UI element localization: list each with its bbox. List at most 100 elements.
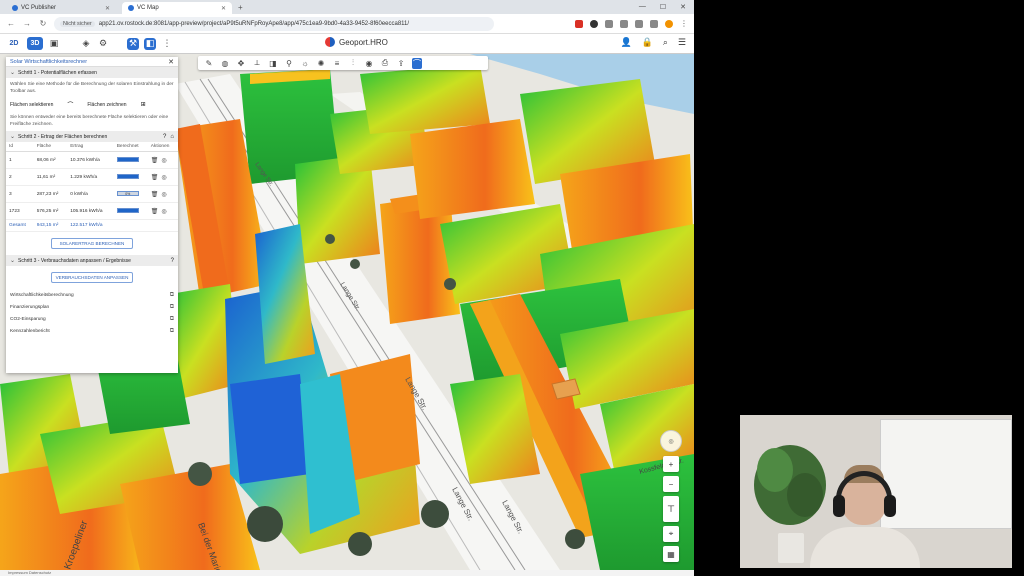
compass-icon[interactable]: ◎ (660, 430, 682, 452)
delete-icon[interactable]: 🗑 (151, 158, 159, 164)
sun-icon[interactable]: ✺ (316, 59, 326, 68)
locate-icon[interactable]: ◎ (161, 158, 166, 164)
result-link[interactable]: Kennzahlenbericht ⧉ (6, 325, 178, 337)
list-icon[interactable]: ≡ (332, 59, 342, 68)
tab-vc-map[interactable]: VC Map ✕ (122, 2, 232, 14)
table-row[interactable]: 1 68,06 m² 10.376 kWh/a 🗑 ◎ (6, 151, 178, 169)
help-icon[interactable]: ? (171, 258, 174, 264)
user-icon[interactable]: 👤 (620, 37, 631, 48)
step1-header[interactable]: ⌄ Schritt 1 - Potentialflächen erfassen (6, 67, 178, 78)
extension-icon[interactable] (650, 19, 658, 28)
progress-bar (116, 207, 139, 213)
external-link-icon[interactable]: ⧉ (170, 292, 174, 299)
zoom-in-button[interactable]: + (663, 456, 679, 472)
step1-hint: Sie können entweder eine bereits berechn… (10, 115, 169, 127)
delete-icon[interactable]: 🗑 (151, 209, 159, 215)
delete-icon[interactable]: 🗑 (151, 192, 159, 198)
layers-icon[interactable]: ◈ (80, 38, 92, 50)
tab-vc-publisher[interactable]: VC Publisher ✕ (6, 2, 116, 14)
locate-icon[interactable]: ◎ (161, 175, 166, 181)
extension-icon[interactable] (590, 19, 598, 28)
calculate-yield-button[interactable]: SOLARERTRAG BERECHNEN (51, 238, 133, 249)
globe-icon[interactable]: ◍ (220, 59, 230, 68)
webcam-video (740, 415, 1012, 568)
more-icon[interactable]: ⋮ (161, 38, 173, 50)
locate-icon[interactable]: ◎ (161, 192, 166, 198)
shadow-icon[interactable]: ☼ (300, 59, 310, 68)
back-icon[interactable]: ← (6, 19, 16, 28)
view-2d-button[interactable]: 2D (6, 37, 22, 50)
step1-title: Schritt 1 - Potentialflächen erfassen (18, 69, 97, 76)
table-row[interactable]: 3 287,23 m² 0 kWh/a 0% 🗑 ◎ (6, 185, 178, 203)
security-badge[interactable]: Nicht sicher (60, 20, 95, 27)
adjust-consumption-button[interactable]: VERBRAUCHSDATEN ANPASSEN (51, 272, 133, 283)
extension-icon[interactable] (635, 19, 643, 28)
new-tab-icon[interactable]: + (238, 3, 243, 12)
browser-menu-icon[interactable]: ⋮ (680, 19, 688, 28)
panel-close-icon[interactable]: ✕ (168, 58, 174, 66)
maximize-icon[interactable]: ☐ (660, 3, 666, 11)
tab-close-icon[interactable]: ✕ (105, 5, 110, 12)
draw-icon[interactable]: ✎ (204, 59, 214, 68)
overview-map-icon[interactable]: ▦ (663, 546, 679, 562)
extension-icon[interactable] (605, 19, 613, 28)
result-link-label: Finanzierungsplan (10, 304, 50, 310)
tab-label: VC Publisher (21, 5, 57, 11)
select-areas-icon[interactable]: ⌒ (67, 100, 73, 109)
draw-areas-icon[interactable]: ⊞ (141, 101, 146, 108)
share-icon[interactable]: ⇪ (396, 59, 406, 68)
result-link-label: CO2-Einsparung (10, 316, 46, 322)
url-text: app21.ov.rostock.de:8081/app-preview/pro… (98, 20, 410, 27)
print-icon[interactable]: ⎙ (380, 58, 390, 68)
status-bar[interactable]: Impressum Datenschutz (0, 570, 694, 576)
view-3d-button[interactable]: 3D (27, 37, 43, 50)
delete-icon[interactable]: 🗑 (151, 175, 159, 181)
external-link-icon[interactable]: ⧉ (170, 304, 174, 311)
eye-icon[interactable]: ◉ (364, 59, 374, 68)
extension-icon[interactable] (620, 19, 628, 28)
pin-icon[interactable]: ⚲ (284, 59, 294, 68)
tab-favicon (128, 5, 134, 11)
zoom-out-button[interactable]: − (663, 476, 679, 492)
lock-icon[interactable]: 🔒 (642, 37, 653, 48)
step3-header[interactable]: ⌄ Schritt 3 - Verbrauchsdaten anpassen /… (6, 255, 178, 266)
close-window-icon[interactable]: ✕ (680, 3, 686, 11)
forward-icon[interactable]: → (22, 19, 32, 28)
table-row[interactable]: 1723 576,25 m² 105.916 kWh/a 🗑 ◎ (6, 202, 178, 220)
table-row[interactable]: 2 11,61 m² 1.229 kWh/a 🗑 ◎ (6, 168, 178, 186)
reload-icon[interactable]: ↻ (38, 19, 48, 28)
url-field[interactable]: Nicht sicher app21.ov.rostock.de:8081/ap… (54, 16, 494, 31)
locate-icon[interactable]: ◎ (161, 209, 166, 215)
profile-icon[interactable] (665, 19, 673, 28)
step2-header[interactable]: ⌄ Schritt 2 - Ertrag der Flächen berechn… (6, 131, 178, 142)
tab-bar: VC Publisher ✕ VC Map ✕ + — ☐ ✕ (0, 0, 694, 14)
move-icon[interactable]: ✥ (236, 59, 246, 68)
external-link-icon[interactable]: ⧉ (170, 316, 174, 323)
image-view-icon[interactable]: ▣ (48, 38, 60, 50)
select-areas-option[interactable]: Flächen selektieren (10, 102, 53, 108)
locate-me-icon[interactable]: ⌖ (663, 526, 679, 542)
measure-icon[interactable]: ⟂ (252, 58, 262, 68)
minimize-icon[interactable]: — (639, 3, 646, 11)
legend-icon[interactable]: ⚙ (97, 38, 109, 50)
solar-roof-icon[interactable]: ⌒ (412, 57, 422, 69)
solar-tool-icon[interactable]: ◧ (144, 37, 156, 50)
menu-icon[interactable]: ☰ (678, 37, 686, 48)
extension-youtube-icon[interactable] (575, 19, 583, 28)
tilt-slider[interactable]: ⊤ (663, 496, 679, 522)
row-yield: 0 kWh/a (67, 185, 114, 203)
help-icon[interactable]: ? (163, 134, 166, 140)
external-link-icon[interactable]: ⧉ (170, 328, 174, 335)
search-icon[interactable]: ⌕ (663, 37, 668, 48)
draw-areas-option[interactable]: Flächen zeichnen (87, 102, 126, 108)
split-icon[interactable]: ⫶ (348, 58, 358, 68)
row-id: 3 (6, 185, 34, 203)
result-link[interactable]: Wirtschaftlichkeitsberechnung ⧉ (6, 289, 178, 301)
home-icon[interactable]: ⌂ (170, 134, 174, 140)
tools-icon[interactable]: ⚒ (127, 37, 139, 50)
tab-close-icon[interactable]: ✕ (221, 5, 226, 12)
row-area: 11,61 m² (33, 168, 68, 186)
clip-icon[interactable]: ◨ (268, 59, 278, 68)
result-link[interactable]: CO2-Einsparung ⧉ (6, 313, 178, 325)
result-link[interactable]: Finanzierungsplan ⧉ (6, 301, 178, 313)
